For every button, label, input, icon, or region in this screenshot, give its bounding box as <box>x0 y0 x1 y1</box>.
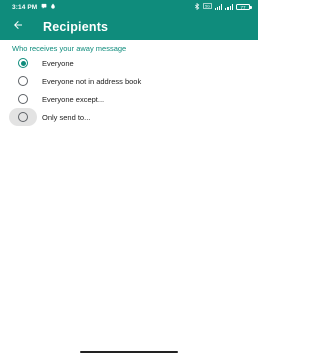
section-header: Who receives your away message <box>12 44 127 53</box>
volte-icon: 5G <box>202 3 212 11</box>
radio-button[interactable] <box>18 112 28 122</box>
toolbar: Recipients <box>0 14 258 40</box>
option-label: Only send to... <box>42 112 91 122</box>
wifi-signal-icon <box>214 4 223 10</box>
app-notification-icon <box>50 3 56 11</box>
status-time: 3:14 PM <box>12 3 38 11</box>
cell-signal-icon <box>225 4 233 10</box>
radio-button[interactable] <box>18 76 28 86</box>
battery-level: 77 <box>240 4 246 10</box>
status-bar: 3:14 PM 5G 77 <box>0 0 258 14</box>
option-everyone-except[interactable]: Everyone except... <box>0 90 258 108</box>
option-only-send-to[interactable]: Only send to... <box>0 108 258 126</box>
app-bar: 3:14 PM 5G 77 Recipients <box>0 0 258 40</box>
sms-icon <box>41 3 47 11</box>
page-title: Recipients <box>43 20 109 34</box>
bluetooth-icon <box>194 2 200 12</box>
home-indicator[interactable] <box>80 351 178 353</box>
option-label: Everyone except... <box>42 94 105 104</box>
option-not-in-address-book[interactable]: Everyone not in address book <box>0 72 258 90</box>
option-label: Everyone not in address book <box>42 76 142 86</box>
back-button[interactable] <box>10 19 26 35</box>
arrow-left-icon <box>12 18 24 36</box>
option-label: Everyone <box>42 58 74 68</box>
option-everyone[interactable]: Everyone <box>0 54 258 72</box>
radio-button[interactable] <box>18 94 28 104</box>
svg-text:5G: 5G <box>205 4 210 8</box>
battery-icon: 77 <box>236 4 252 10</box>
radio-button-checked[interactable] <box>18 58 28 68</box>
